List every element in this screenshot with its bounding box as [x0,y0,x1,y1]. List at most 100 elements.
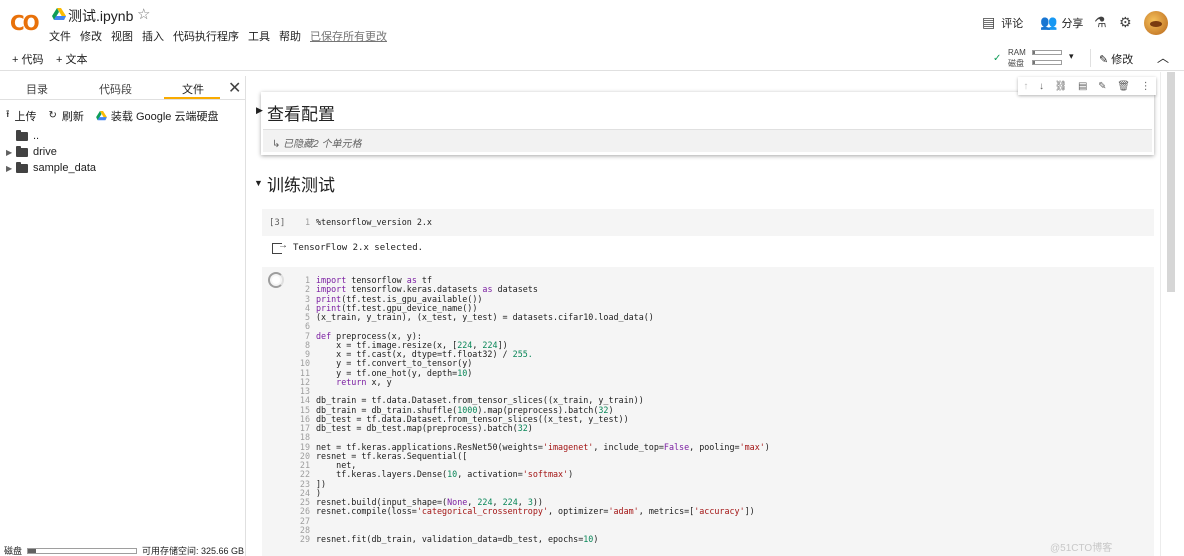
tab-snippets[interactable]: 代码段 [99,81,132,97]
menu-edit[interactable]: 修改 [80,28,102,44]
add-code-button[interactable]: + 代码 [12,51,43,67]
scrollbar-thumb[interactable] [1167,72,1175,292]
code-line: 12 return x, y [299,376,392,387]
tab-files[interactable]: 文件 [182,81,204,97]
saved-status-link[interactable]: 已保存所有更改 [310,28,387,44]
execution-count: [3] [269,218,286,228]
pencil-icon[interactable]: ✎ [1098,81,1106,92]
disk-meter [1032,60,1062,65]
file-tree: .. ▶ drive ▶ sample_data [6,128,96,176]
side-tabs: 目录 代码段 文件 ✕ [0,76,245,100]
tree-item-label: drive [33,146,57,158]
folder-icon [16,145,28,157]
section-heading-train: 训练测试 [267,176,335,195]
code-editor[interactable]: 1 import tensorflow as tf 2 import tensorfl… [288,275,770,544]
delete-icon[interactable]: 🗑 [1117,81,1130,92]
tree-item-label: sample_data [33,162,96,174]
chevron-up-icon[interactable]: ︿ [1157,49,1169,66]
pencil-icon: ✎ [1099,54,1109,66]
header: CO 测试.ipynb ☆ 文件 修改 视图 插入 代码执行程序 工具 帮助 已… [0,0,1184,45]
menu-help[interactable]: 帮助 [279,28,301,44]
code-line: 17 db_test = db_test.map(preprocess).batc… [299,423,533,433]
google-drive-icon [96,110,107,120]
colab-logo[interactable]: CO [10,11,40,35]
edit-button[interactable]: ✎ 修改 [1099,51,1133,67]
share-button[interactable]: 👥 分享 [1040,14,1083,31]
avatar[interactable] [1144,11,1168,35]
code-line: 27 [299,515,310,526]
disk-footer-label: 磁盘 [4,546,23,556]
watermark: @51CTO博客 [1050,543,1113,554]
code-line: %tensorflow_version 2.x [316,217,432,227]
tree-item-label: .. [33,130,40,142]
selected-text-cell[interactable]: ▶ 查看配置 ↳ 已隐藏2 个单元格 [256,92,1154,155]
settings-button[interactable]: ⚙ [1119,14,1132,31]
folder-icon [16,161,28,173]
code-line: 29 resnet.fit(db_train, validation_data=d… [299,534,599,544]
output-icon [272,240,288,254]
people-icon: 👥 [1040,14,1058,30]
hidden-cells-bar[interactable]: ↳ 已隐藏2 个单元格 [263,129,1152,152]
notebook-title[interactable]: 测试.ipynb [68,6,133,26]
link-icon[interactable]: ⛓ [1055,81,1068,92]
caret-right-icon[interactable]: ▶ [6,148,16,157]
edit-label: 修改 [1111,54,1134,66]
flask-icon: ⚗ [1094,14,1107,30]
code-line: 20 resnet = tf.keras.Sequential([ [299,450,468,461]
menu-file[interactable]: 文件 [49,28,71,44]
menu-tools[interactable]: 工具 [248,28,270,44]
folder-up-icon [16,129,28,141]
tree-item-sample-data[interactable]: ▶ sample_data [6,160,96,176]
caret-down-icon[interactable]: ▼ [254,178,263,188]
code-line: 5 (x_train, y_train), (x_test, y_test) = … [304,312,654,322]
upload-icon: ⭱ [6,109,10,120]
disk-available-text: 可用存储空间: 325.66 GB [142,546,245,556]
chevron-down-icon[interactable]: ▾ [1069,51,1074,62]
disk-label: 磁盘 [1008,59,1024,68]
more-vert-icon[interactable]: ⋮ [1141,81,1151,92]
refresh-button[interactable]: 刷新 [62,108,84,124]
caret-right-icon[interactable]: ▶ [6,164,16,173]
labs-button[interactable]: ⚗ [1094,14,1107,31]
star-icon[interactable]: ☆ [137,5,150,23]
disk-usage: 磁盘 可用存储空间: 325.66 GB [4,544,244,556]
menu-view[interactable]: 视图 [111,28,133,44]
code-cell-2[interactable]: 1 import tensorflow as tf 2 import tensorfl… [262,267,1154,556]
menu-runtime[interactable]: 代码执行程序 [173,28,239,44]
comment-button[interactable]: ▤ 评论 [982,14,1023,31]
divider [1090,49,1091,67]
code-cell-1[interactable]: [3] 1 %tensorflow_version 2.x [262,209,1154,236]
notebook-area: ▶ 查看配置 ↳ 已隐藏2 个单元格 ↑ ↓ ⛓ ▤ ✎ 🗑 ⋮ ▼ 训练测试 … [248,72,1184,556]
cell-output: TensorFlow 2.x selected. [293,243,424,253]
arrow-up-icon[interactable]: ↑ [1023,81,1028,92]
code-editor[interactable]: 1 %tensorflow_version 2.x [288,217,432,227]
side-panel: 目录 代码段 文件 ✕ ⭱ 上传 ↻ 刷新 装载 Google 云端硬盘 .. … [0,76,246,556]
cell-toolbar: ↑ ↓ ⛓ ▤ ✎ 🗑 ⋮ [1018,77,1156,95]
ram-meter [1032,50,1062,55]
code-line: 23]) [299,478,327,489]
file-actions: ⭱ 上传 ↻ 刷新 装载 Google 云端硬盘 [6,107,223,124]
comment-icon[interactable]: ▤ [1078,81,1087,92]
upload-button[interactable]: 上传 [15,108,37,124]
tree-item-drive[interactable]: ▶ drive [6,144,96,160]
menu-insert[interactable]: 插入 [142,28,164,44]
share-label: 分享 [1061,17,1084,30]
arrow-down-icon[interactable]: ↓ [1039,81,1044,92]
code-line: 26 resnet.compile(loss='categorical_cross… [299,506,755,517]
tab-toc[interactable]: 目录 [26,81,48,97]
add-text-button[interactable]: + 文本 [56,51,87,67]
mount-drive-button[interactable]: 装载 Google 云端硬盘 [111,108,219,124]
running-spinner-icon[interactable] [268,272,284,288]
code-line: 22 tf.keras.layers.Dense(10, activation=… [299,469,574,480]
caret-right-icon[interactable]: ▶ [256,105,263,116]
ram-label: RAM [1008,48,1026,57]
tree-item-parent[interactable]: .. [6,128,96,144]
active-tab-indicator [164,97,220,99]
scrollbar[interactable] [1160,72,1182,556]
close-icon[interactable]: ✕ [228,78,241,98]
refresh-icon: ↻ [48,110,57,121]
disk-usage-meter [27,547,138,554]
menubar: 文件 修改 视图 插入 代码执行程序 工具 帮助 已保存所有更改 [49,28,396,44]
comment-label: 评论 [1001,17,1024,30]
google-drive-icon[interactable] [52,8,66,21]
